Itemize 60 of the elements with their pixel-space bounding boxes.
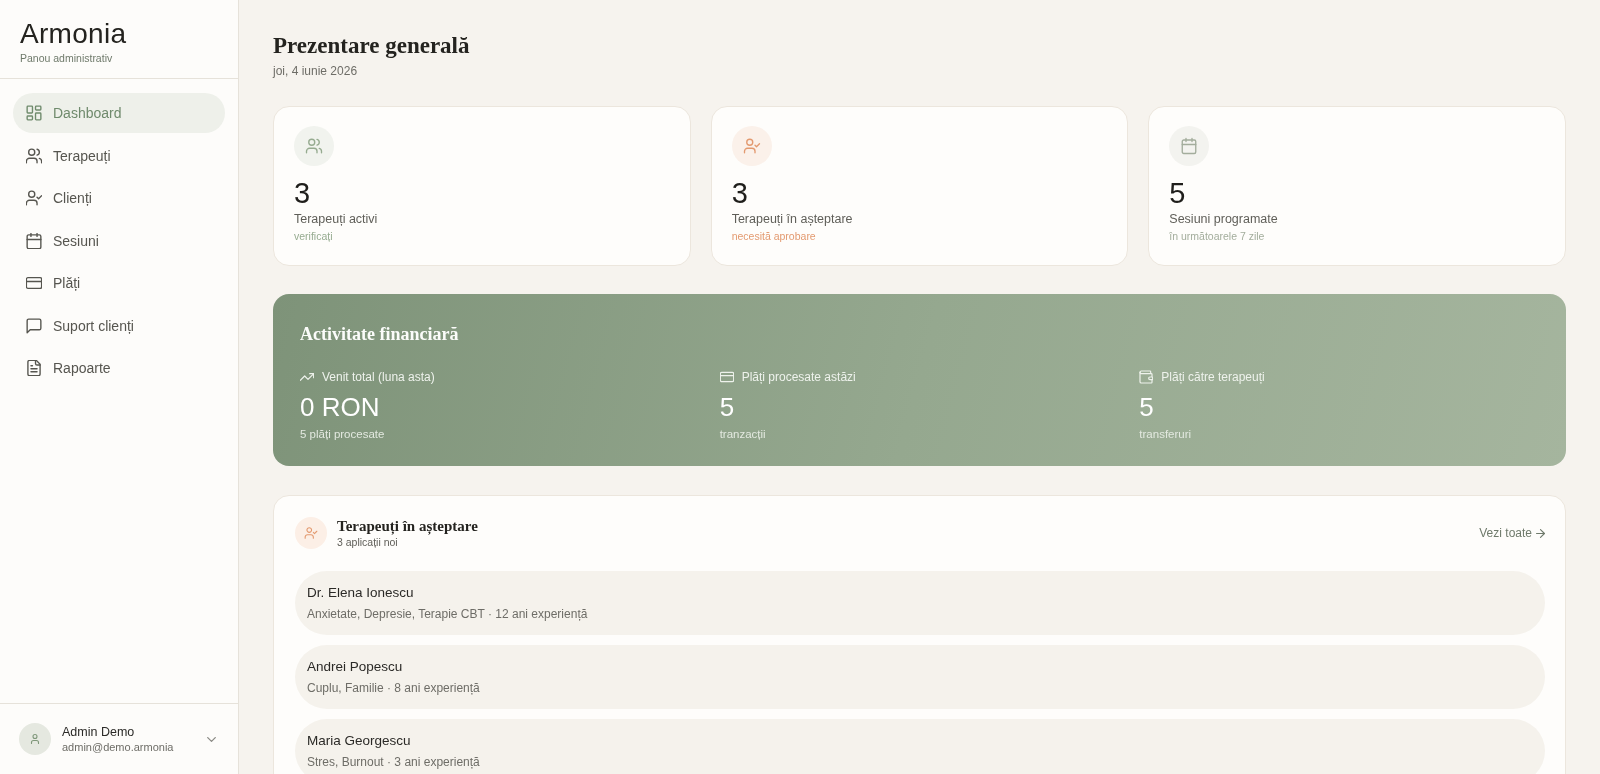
therapist-row[interactable]: Maria Georgescu Stres, Burnout · 3 ani experiență: [295, 719, 1545, 774]
brand-subtitle: Panou administrativ: [20, 51, 114, 65]
metric-note: tranzacții: [719, 427, 767, 442]
calendar-icon: [1169, 126, 1210, 166]
brand-title: Armonia: [20, 17, 128, 51]
stat-label: Terapeuți activi: [294, 211, 379, 228]
therapist-name: Maria Georgescu: [307, 732, 412, 750]
user-check-icon: [731, 126, 772, 166]
user-name: Admin Demo: [62, 724, 136, 740]
section-title: Terapeuți în așteptare: [337, 517, 479, 536]
stat-note: necesită aprobare: [731, 229, 817, 244]
users-icon: [294, 126, 334, 166]
credit-card-icon: [719, 370, 734, 384]
nav-item[interactable]: Sesiuni: [13, 220, 225, 261]
stat-label: Sesiuni programate: [1169, 211, 1279, 228]
therapist-row[interactable]: Andrei Popescu Cuplu, Familie · 8 ani experiență: [295, 645, 1545, 709]
nav-item[interactable]: Clienți: [13, 178, 225, 218]
wallet-icon: [1139, 370, 1154, 384]
view-all-link[interactable]: Vezi toate: [1479, 526, 1545, 540]
stat-value: 3: [294, 176, 312, 210]
therapist-details: Stres, Burnout · 3 ani experiență: [307, 754, 481, 770]
panel-title: Activitate financiară: [300, 323, 460, 346]
metric-value: 5: [719, 391, 736, 423]
arrow-right-icon: [1536, 528, 1545, 538]
nav-item[interactable]: Rapoarte: [13, 348, 225, 388]
stat-note: în următoarele 7 zile: [1169, 229, 1266, 244]
calendar-icon: [26, 232, 42, 249]
user-check-icon: [295, 517, 327, 549]
document-icon: [26, 360, 42, 376]
therapist-name: Andrei Popescu: [307, 658, 404, 676]
stat-note: verificați: [294, 229, 334, 244]
nav-item[interactable]: Terapeuți: [13, 135, 225, 176]
therapist-details: Anxietate, Depresie, Terapie CBT · 12 ani experiență: [307, 606, 589, 622]
nav-item[interactable]: Plăți: [13, 263, 225, 303]
page-title: Prezentare generală: [273, 32, 471, 60]
user-check-icon: [26, 190, 42, 206]
section-subtitle: 3 aplicații noi: [337, 536, 399, 549]
therapist-row[interactable]: Dr. Elena Ionescu Anxietate, Depresie, Terapie CBT · 12 ani experiență: [295, 571, 1545, 635]
users-icon: [26, 147, 42, 164]
page-date: joi, 4 iunie 2026: [273, 63, 359, 79]
user-avatar-icon: [19, 723, 51, 755]
trend-up-icon: [300, 370, 314, 384]
therapist-details: Cuplu, Familie · 8 ani experiență: [307, 680, 481, 696]
metric-label: Plăți procesate astăzi: [741, 369, 856, 386]
stat-value: 3: [731, 176, 749, 210]
metric-note: 5 plăți procesate: [300, 427, 386, 442]
chat-bubble-icon: [26, 317, 42, 334]
metric-value: 5: [1139, 391, 1155, 423]
stat-value: 5: [1169, 176, 1187, 210]
user-email: admin@demo.armonia: [62, 739, 175, 754]
chevron-down-icon[interactable]: [207, 736, 216, 742]
nav-item[interactable]: Suport clienți: [13, 305, 225, 346]
stat-label: Terapeuți în așteptare: [731, 211, 854, 228]
metric-label: Plăți către terapeuți: [1161, 369, 1265, 386]
layout-grid-icon: [26, 105, 42, 121]
metric-value: 0 RON: [300, 391, 381, 423]
metric-note: transferuri: [1139, 427, 1193, 442]
credit-card-icon: [26, 275, 42, 291]
therapist-name: Dr. Elena Ionescu: [307, 584, 415, 602]
metric-label: Venit total (luna asta): [322, 369, 435, 386]
